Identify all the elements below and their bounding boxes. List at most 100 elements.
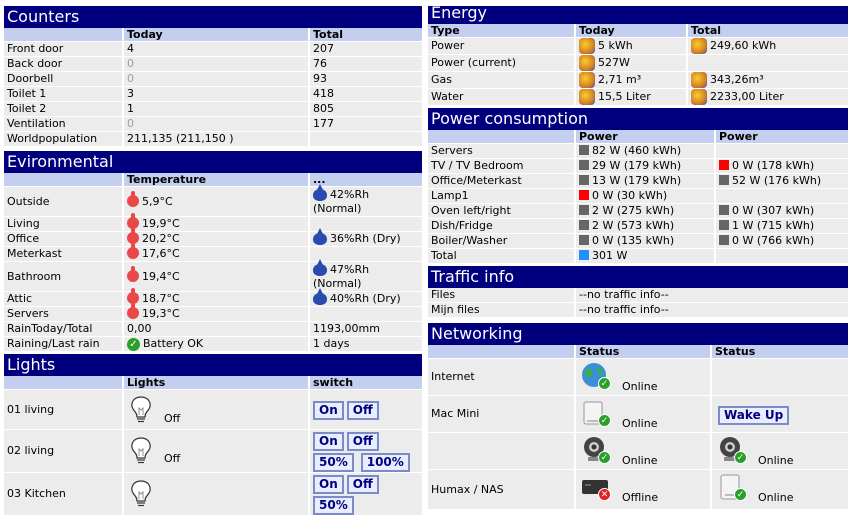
network-status-cell-1: ✕ Offline xyxy=(574,470,710,510)
net-header-status-1: Status xyxy=(574,345,710,359)
online-check-icon: ✓ xyxy=(598,377,611,390)
power-1-value: 2 W (573 kWh) xyxy=(592,219,675,232)
light-state: Off xyxy=(164,412,181,425)
counter-row: Ventilation 0 177 xyxy=(4,117,422,132)
counter-label: Front door xyxy=(4,42,122,57)
env-row: Office 20,2°C 36%Rh (Dry) xyxy=(4,228,422,247)
energy-today: 527W xyxy=(598,56,630,69)
network-label: Internet xyxy=(428,359,574,396)
energy-label: Power xyxy=(428,38,574,55)
light-switch-cell: On Off 50% 100% xyxy=(308,430,422,473)
power-2-cell: 0 W (178 kWh) xyxy=(714,159,848,174)
power-header-label xyxy=(428,130,574,144)
power-indicator-icon xyxy=(579,145,589,155)
light-50-percent-button[interactable]: 50% xyxy=(313,453,354,472)
traffic-table: Files --no traffic info-- Mijn files --no t… xyxy=(428,288,848,318)
light-row: 01 living Off On Off xyxy=(4,390,422,430)
env-header-more: ... xyxy=(308,173,422,187)
env-label: Outside xyxy=(4,187,122,217)
left-column: Counters Today Total Front door 4 207 Back … xyxy=(4,6,422,518)
power-2-value: 1 W (715 kWh) xyxy=(732,219,815,232)
power-2-cell xyxy=(714,189,848,204)
webcam-icon: ✓ xyxy=(716,435,747,469)
light-on-button[interactable]: On xyxy=(313,401,344,420)
light-off-button[interactable]: Off xyxy=(346,432,379,451)
energy-total: 343,26m³ xyxy=(710,73,764,86)
power-1-cell: 301 W xyxy=(574,249,714,264)
light-off-button[interactable]: Off xyxy=(346,475,379,494)
env-humidity: 47%Rh xyxy=(330,262,370,276)
lights-header-label xyxy=(4,376,122,390)
power-1-value: 301 W xyxy=(592,249,628,262)
power-1-value: 29 W (179 kWh) xyxy=(592,159,682,172)
light-on-button[interactable]: On xyxy=(313,432,344,451)
power-1-value: 0 W (135 kWh) xyxy=(592,234,675,247)
counter-total: 93 xyxy=(308,72,422,87)
power-row: TV / TV Bedroom 29 W (179 kWh) 0 W (178 kW… xyxy=(428,159,848,174)
env-row: Bathroom 19,4°C 47%Rh (Normal) xyxy=(4,258,422,292)
power-indicator-icon xyxy=(579,220,589,230)
env-label: Living xyxy=(4,217,122,232)
env-temp-cell: 5,9°C xyxy=(122,187,308,217)
power-2-cell: 0 W (307 kWh) xyxy=(714,204,848,219)
lightbulb-icon xyxy=(131,480,151,507)
env-humidity-cell: 42%Rh (Normal) xyxy=(308,183,422,217)
energy-row: Power 5 kWh 249,60 kWh xyxy=(428,38,848,55)
power-label: Dish/Fridge xyxy=(428,219,574,234)
light-on-button[interactable]: On xyxy=(313,475,344,494)
env-label: Bathroom xyxy=(4,262,122,292)
power-1-value: 82 W (460 kWh) xyxy=(592,144,682,157)
light-off-button[interactable]: Off xyxy=(346,401,379,420)
light-label: 02 living xyxy=(4,430,122,473)
network-row: ✓ Online ✓ Online xyxy=(428,433,848,470)
energy-total-cell: 249,60 kWh xyxy=(686,38,848,55)
light-100-percent-button[interactable]: 100% xyxy=(360,453,410,472)
env-humidity-cell xyxy=(308,217,422,232)
env-temp: 5,9°C xyxy=(142,194,173,208)
light-state-cell: Off xyxy=(122,390,308,430)
wake-up-button[interactable]: Wake Up xyxy=(718,405,790,425)
network-status: Offline xyxy=(622,491,659,504)
online-check-icon: ✓ xyxy=(734,451,747,464)
network-status: Online xyxy=(758,491,794,504)
power-1-cell: 0 W (30 kWh) xyxy=(574,189,714,204)
light-switch-cell: On Off 50% xyxy=(308,473,422,516)
env-humidity-status: (Normal) xyxy=(313,201,362,215)
power-2-cell: 1 W (715 kWh) xyxy=(714,219,848,234)
meter-icon xyxy=(579,38,595,54)
raining-label: Raining/Last rain xyxy=(4,337,122,352)
humidity-drop-icon xyxy=(313,258,327,276)
energy-label: Water xyxy=(428,89,574,106)
power-2-cell xyxy=(714,249,848,264)
power-2-value: 52 W (176 kWh) xyxy=(732,174,822,187)
energy-header-total: Total xyxy=(686,24,848,38)
energy-total-cell xyxy=(686,55,848,72)
network-label: Humax / NAS xyxy=(428,470,574,510)
counter-total: 76 xyxy=(308,57,422,72)
humidity-drop-icon xyxy=(313,288,327,305)
light-50-percent-button[interactable]: 50% xyxy=(313,496,354,515)
power-label: Total xyxy=(428,249,574,264)
counter-row: Doorbell 0 93 xyxy=(4,72,422,87)
env-label: Servers xyxy=(4,307,122,322)
power-1-value: 2 W (275 kWh) xyxy=(592,204,675,217)
light-label: 03 Kitchen xyxy=(4,473,122,516)
power-label: Oven left/right xyxy=(428,204,574,219)
rain-label: RainToday/Total xyxy=(4,322,122,337)
power-row: Total 301 W xyxy=(428,249,848,264)
network-status-cell-2: Wake Up xyxy=(710,396,848,433)
light-row: 02 living Off On Off 50% 100% xyxy=(4,430,422,473)
meter-icon xyxy=(691,72,707,88)
network-label: Mac Mini xyxy=(428,396,574,433)
power-indicator-icon xyxy=(579,160,589,170)
counter-total: 418 xyxy=(308,87,422,102)
network-status-cell-2: ✓ Online xyxy=(710,433,848,470)
env-humidity: 40%Rh (Dry) xyxy=(330,292,401,305)
power-header-1: Power xyxy=(574,130,714,144)
network-row: Humax / NAS ✕ Offline ✓ Online xyxy=(428,470,848,510)
power-2-value: 0 W (307 kWh) xyxy=(732,204,815,217)
env-temp-cell: 19,4°C xyxy=(122,262,308,292)
counter-total: 177 xyxy=(308,117,422,132)
network-status: Online xyxy=(758,454,794,467)
energy-label: Gas xyxy=(428,72,574,89)
